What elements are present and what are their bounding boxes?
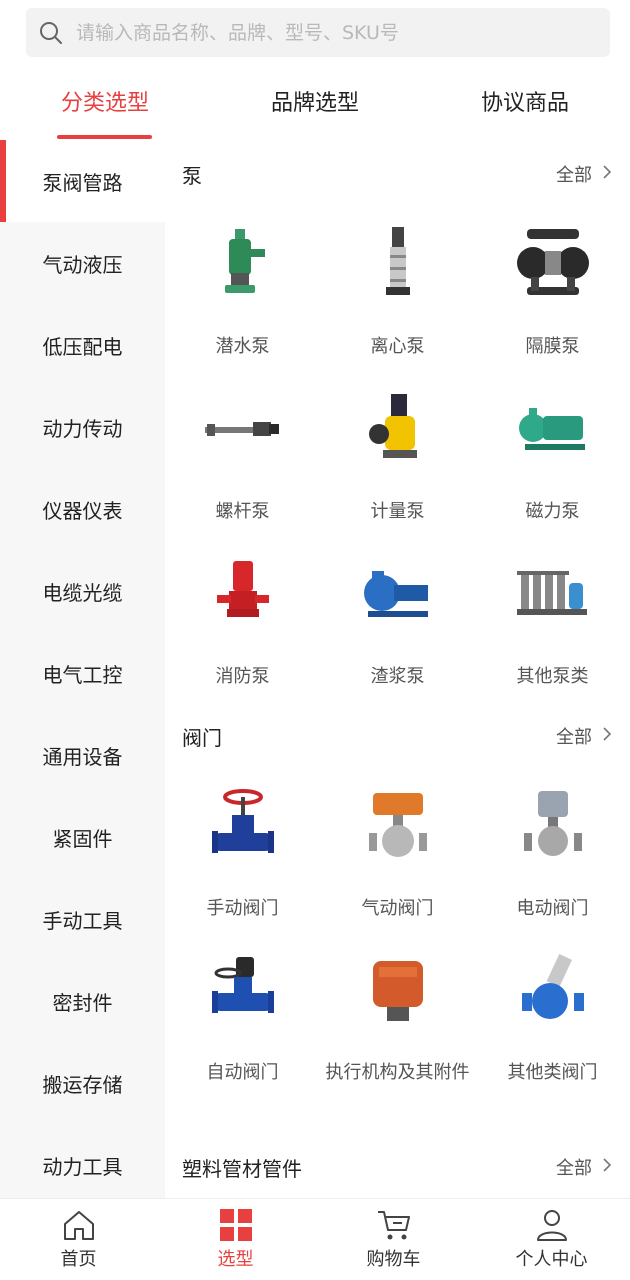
section-header-plastic-pipes: 塑料管材管件 全部: [182, 1147, 612, 1187]
metering-pump-image: [353, 385, 443, 475]
nav-label: 首页: [60, 1249, 97, 1270]
search-bar[interactable]: [26, 8, 610, 57]
category-item-fire-pump[interactable]: 消防泵: [165, 550, 320, 694]
search-icon: [38, 20, 64, 46]
category-content: 泵 全部 潜水泵 离心泵 隔膜泵 螺杆泵 计量泵 磁力泵 消防泵 渣浆泵 其他泵…: [165, 140, 630, 1198]
selection-tabs: 分类选型 品牌选型 协议商品: [0, 62, 630, 140]
item-label: 其他类阀门: [507, 1062, 598, 1083]
item-label: 消防泵: [215, 666, 270, 687]
fire-pump-image: [198, 550, 288, 640]
item-label: 手动阀门: [206, 898, 279, 919]
sidebar-item-seals[interactable]: 密封件: [0, 960, 165, 1042]
category-item-screw-pump[interactable]: 螺杆泵: [165, 385, 320, 529]
item-label: 螺杆泵: [215, 501, 270, 522]
sidebar-item-cables[interactable]: 电缆光缆: [0, 550, 165, 632]
item-label: 渣浆泵: [370, 666, 425, 687]
item-label: 气动阀门: [361, 898, 434, 919]
chevron-right-icon: [602, 164, 612, 185]
category-item-centrifugal-pump[interactable]: 离心泵: [320, 220, 475, 364]
view-all-link[interactable]: 全部: [556, 161, 612, 187]
cart-icon: [376, 1207, 412, 1243]
category-item-diaphragm-pump[interactable]: 隔膜泵: [475, 220, 630, 364]
category-item-magnetic-pump[interactable]: 磁力泵: [475, 385, 630, 529]
tab-brand-selection[interactable]: 品牌选型: [250, 62, 380, 140]
nav-cart[interactable]: 购物车: [315, 1199, 472, 1280]
home-icon: [61, 1207, 97, 1243]
item-label: 执行机构及其附件: [325, 1062, 470, 1083]
nav-profile[interactable]: 个人中心: [473, 1199, 630, 1280]
nav-label: 个人中心: [515, 1249, 588, 1270]
automatic-valve-image: [198, 946, 288, 1036]
chevron-right-icon: [602, 1157, 612, 1178]
nav-home[interactable]: 首页: [0, 1199, 157, 1280]
section-title: 塑料管材管件: [182, 1156, 302, 1181]
other-pumps-image: [508, 550, 598, 640]
tab-category-selection[interactable]: 分类选型: [40, 62, 170, 140]
view-all-label: 全部: [556, 727, 592, 748]
category-sidebar: 泵阀管路 气动液压 低压配电 动力传动 仪器仪表 电缆光缆 电气工控 通用设备 …: [0, 140, 165, 1198]
nav-label: 选型: [217, 1249, 254, 1270]
sidebar-item-power-transmission[interactable]: 动力传动: [0, 386, 165, 468]
magnetic-pump-image: [508, 385, 598, 475]
sidebar-item-low-voltage[interactable]: 低压配电: [0, 304, 165, 386]
item-label: 其他泵类: [516, 666, 589, 687]
view-all-label: 全部: [556, 1158, 592, 1179]
section-title: 阀门: [182, 725, 222, 750]
chevron-right-icon: [602, 726, 612, 747]
section-title: 泵: [182, 163, 202, 188]
item-label: 隔膜泵: [525, 336, 580, 357]
item-label: 潜水泵: [215, 336, 270, 357]
grid-icon: [219, 1207, 253, 1243]
view-all-link[interactable]: 全部: [556, 723, 612, 749]
sidebar-item-pneumatic-hydraulic[interactable]: 气动液压: [0, 222, 165, 304]
section-header-valves: 阀门 全部: [182, 716, 612, 756]
category-item-other-pumps[interactable]: 其他泵类: [475, 550, 630, 694]
active-tab-indicator: [57, 135, 152, 139]
category-item-actuator[interactable]: 执行机构及其附件: [320, 946, 475, 1090]
manual-valve-image: [198, 782, 288, 872]
category-item-submersible-pump[interactable]: 潜水泵: [165, 220, 320, 364]
centrifugal-pump-image: [353, 220, 443, 310]
sidebar-item-handling-storage[interactable]: 搬运存储: [0, 1042, 165, 1124]
sidebar-item-general-equipment[interactable]: 通用设备: [0, 714, 165, 796]
nav-label: 购物车: [366, 1249, 421, 1270]
sidebar-item-pumps-valves-pipes[interactable]: 泵阀管路: [0, 140, 165, 222]
diaphragm-pump-image: [508, 220, 598, 310]
category-item-slurry-pump[interactable]: 渣浆泵: [320, 550, 475, 694]
category-item-automatic-valve[interactable]: 自动阀门: [165, 946, 320, 1090]
slurry-pump-image: [353, 550, 443, 640]
item-label: 计量泵: [370, 501, 425, 522]
view-all-label: 全部: [556, 165, 592, 186]
actuator-image: [353, 946, 443, 1036]
search-input[interactable]: [76, 21, 576, 44]
electric-valve-image: [508, 782, 598, 872]
screw-pump-image: [198, 385, 288, 475]
sidebar-item-fasteners[interactable]: 紧固件: [0, 796, 165, 878]
pneumatic-valve-image: [353, 782, 443, 872]
category-item-metering-pump[interactable]: 计量泵: [320, 385, 475, 529]
other-valves-image: [508, 946, 598, 1036]
view-all-link[interactable]: 全部: [556, 1154, 612, 1180]
bottom-navigation: 首页 选型 购物车 个人中心: [0, 1198, 630, 1280]
nav-selection[interactable]: 选型: [157, 1199, 314, 1280]
category-item-pneumatic-valve[interactable]: 气动阀门: [320, 782, 475, 926]
item-label: 电动阀门: [516, 898, 589, 919]
submersible-pump-image: [198, 220, 288, 310]
sidebar-item-instruments[interactable]: 仪器仪表: [0, 468, 165, 550]
item-label: 自动阀门: [206, 1062, 279, 1083]
category-item-electric-valve[interactable]: 电动阀门: [475, 782, 630, 926]
sidebar-item-electrical-control[interactable]: 电气工控: [0, 632, 165, 714]
sidebar-item-power-tools[interactable]: 动力工具: [0, 1124, 165, 1198]
tab-agreement-products[interactable]: 协议商品: [460, 62, 590, 140]
category-item-other-valves[interactable]: 其他类阀门: [475, 946, 630, 1090]
sidebar-item-hand-tools[interactable]: 手动工具: [0, 878, 165, 960]
user-icon: [534, 1207, 570, 1243]
item-label: 离心泵: [370, 336, 425, 357]
category-item-manual-valve[interactable]: 手动阀门: [165, 782, 320, 926]
section-header-pumps: 泵 全部: [182, 154, 612, 194]
item-label: 磁力泵: [525, 501, 580, 522]
